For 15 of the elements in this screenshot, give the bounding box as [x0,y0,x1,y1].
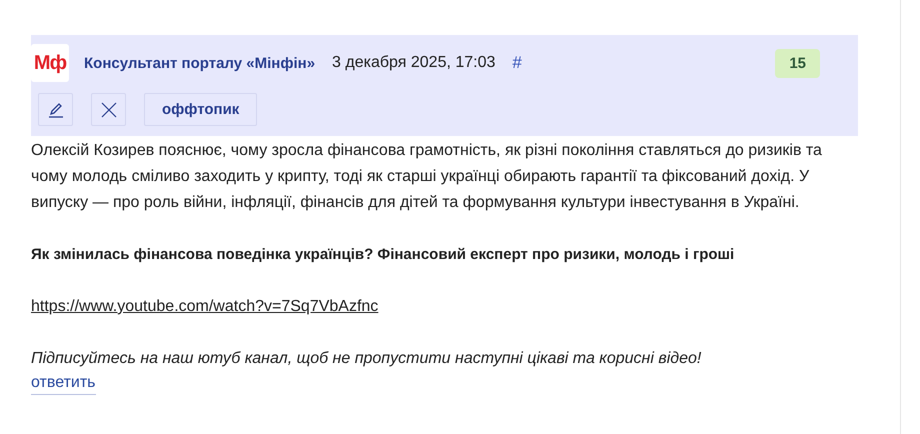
comment-text: Олексій Козирев пояснює, чому зросла фінансова грамотність, як різні покоління ставляться до ризиків та чому молодь сміливо заходить у крипту, тоді як старші українці обирають гарантії та фіксований дохід. У випуску — про роль війни, інфляції, фінансів для дітей та формування культури інвестування в Україні. [31,141,823,213]
pencil-icon [46,100,64,118]
edit-button[interactable] [38,93,73,126]
subscribe-text: Підписуйтесь на наш ютуб канал, щоб не пропустити наступні цікаві та корисні відео! [31,349,702,369]
reply-link[interactable]: ответить [31,372,96,395]
author-name[interactable]: Консультант порталу «Мінфін» [84,54,316,72]
close-button[interactable] [91,93,126,126]
author-avatar: Мф [31,44,69,82]
video-link[interactable]: https://www.youtube.com/watch?v=7Sq7VbAzfnc [31,294,378,320]
rating-badge: 15 [775,48,820,78]
video-title: Як змінилась фінансова поведінка українців? Фінансовий експерт про ризики, молодь і гроші [31,245,736,265]
close-icon [100,100,118,118]
anchor-link[interactable]: # [512,53,522,73]
offtopic-button[interactable]: оффтопик [144,93,258,126]
comment-date: 3 декабря 2025, 17:03 [332,54,496,72]
